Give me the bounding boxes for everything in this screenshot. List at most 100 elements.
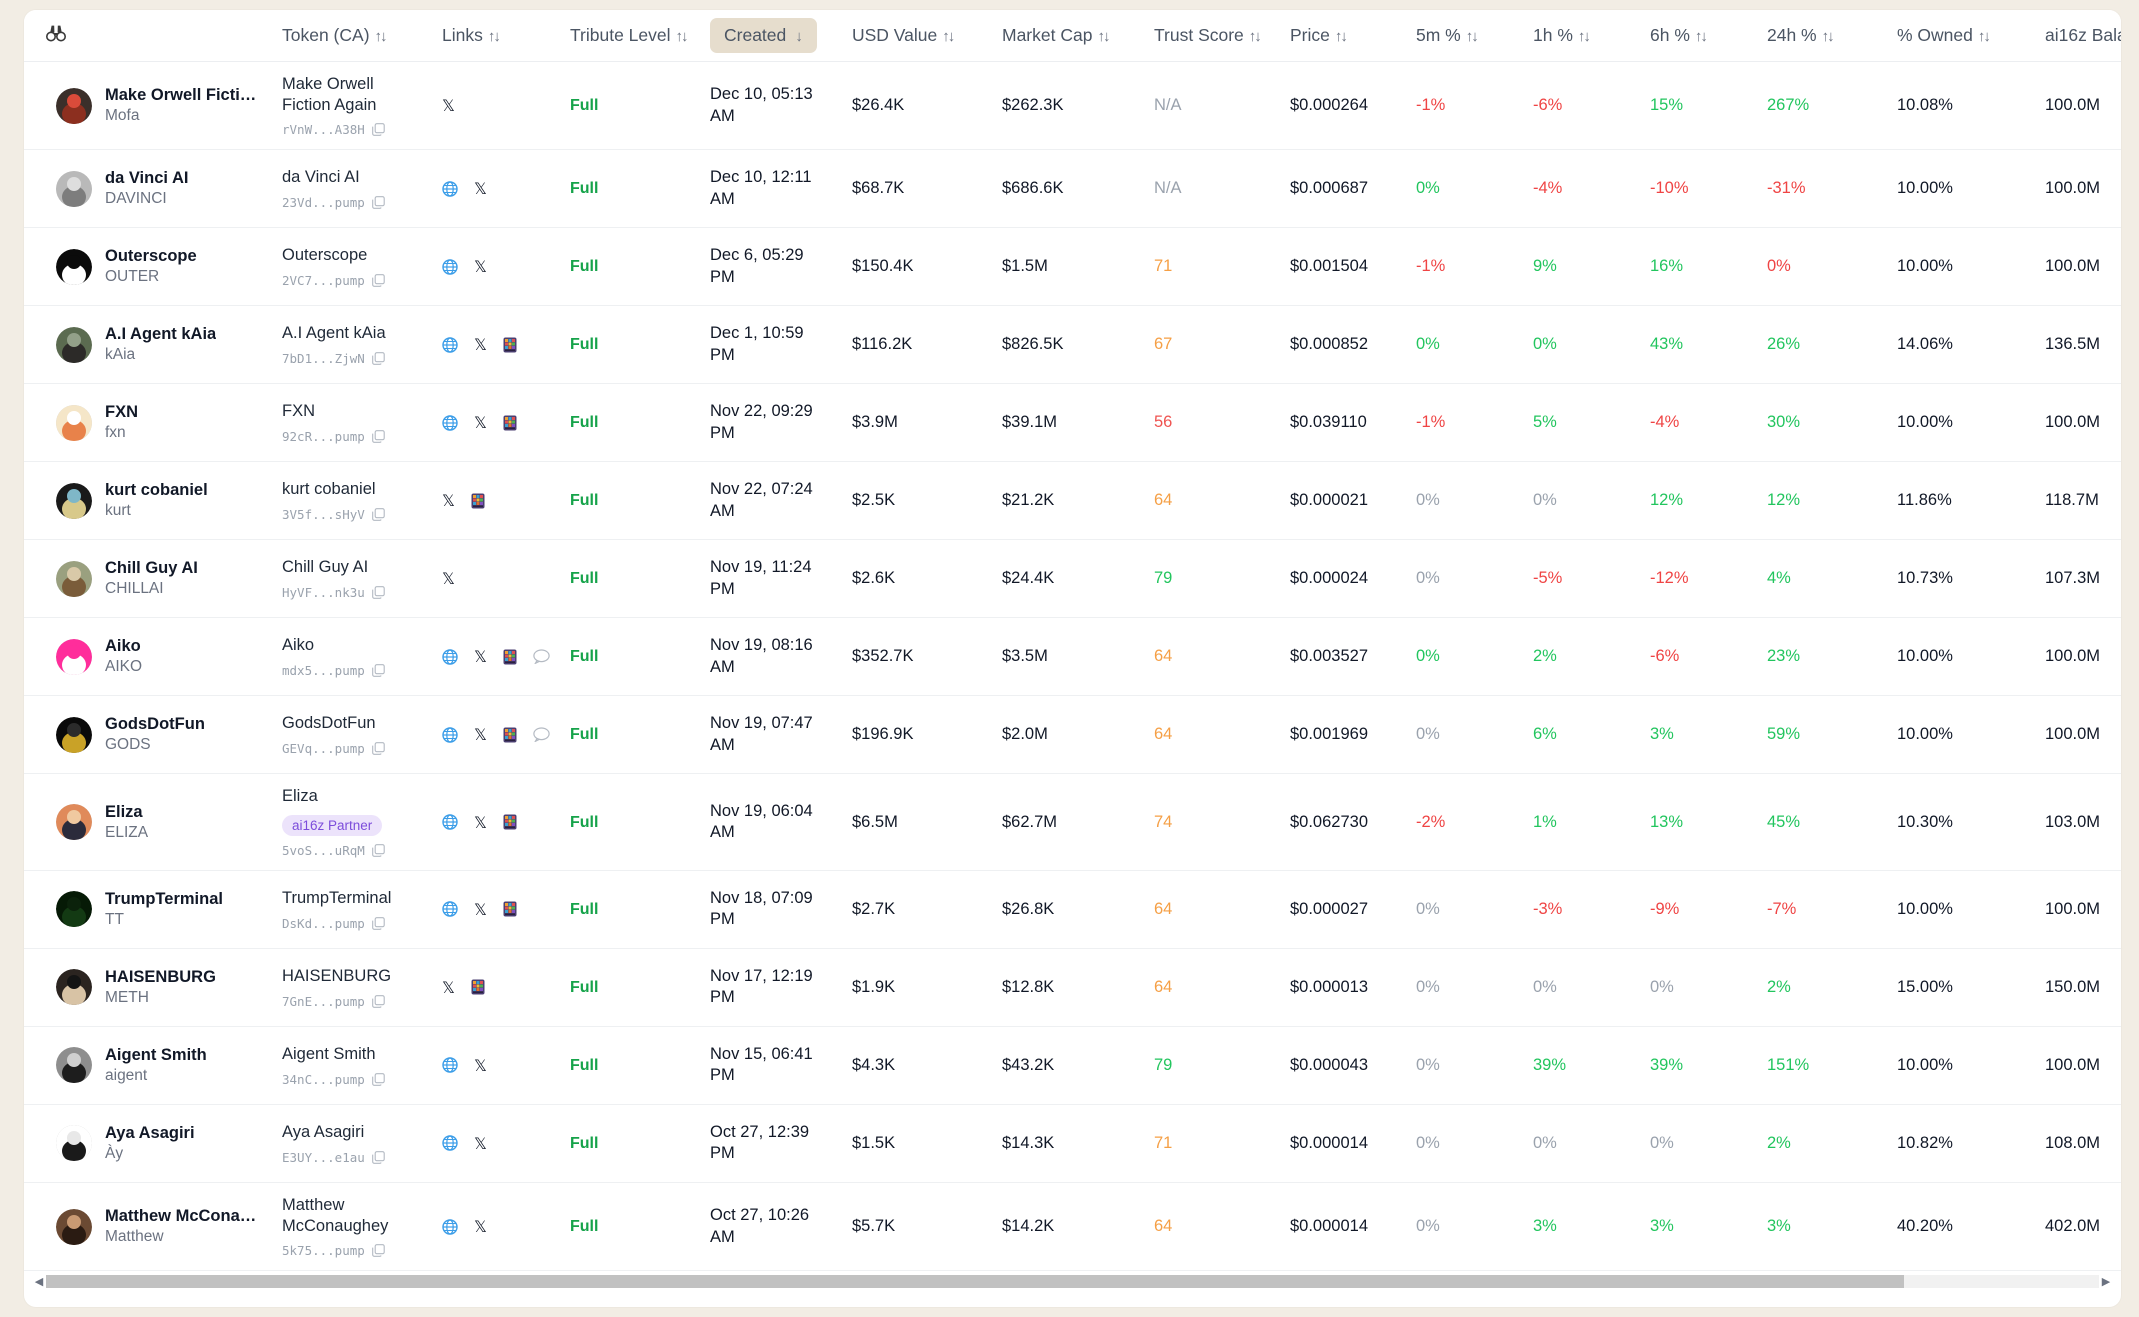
website-globe-icon[interactable] [442, 649, 458, 665]
copy-address-icon[interactable] [371, 352, 385, 365]
column-header-balance[interactable]: ai16z Balance↑↓ [2035, 10, 2121, 62]
table-row[interactable]: Aigent Smith aigent Aigent Smith 34nC...pum… [24, 1026, 2121, 1105]
copy-address-icon[interactable] [371, 123, 385, 137]
x-twitter-icon[interactable]: 𝕏 [474, 1056, 487, 1075]
sort-toggle-icon[interactable]: ↑↓ [375, 28, 388, 45]
telegram-icon[interactable] [503, 415, 517, 431]
sort-toggle-icon[interactable]: ↑↓ [488, 28, 501, 45]
website-globe-icon[interactable] [442, 1057, 458, 1074]
copy-address-icon[interactable] [371, 274, 385, 287]
telegram-icon[interactable] [503, 901, 517, 917]
copy-address-icon[interactable] [371, 586, 385, 599]
column-header-usd[interactable]: USD Value ↑↓ [842, 10, 992, 62]
table-row[interactable]: TrumpTerminal TT TrumpTerminal DsKd...pump 𝕏… [24, 870, 2121, 949]
x-twitter-icon[interactable]: 𝕏 [474, 1217, 487, 1236]
website-globe-icon[interactable] [442, 1218, 458, 1235]
cell-ai16z-balance-value: 100.0M [2045, 647, 2101, 666]
telegram-icon[interactable] [503, 814, 517, 830]
table-row[interactable]: Eliza ELIZA Eliza ai16z Partner 5voS...uRqM 𝕏… [24, 774, 2121, 871]
x-twitter-icon[interactable]: 𝕏 [474, 1134, 487, 1153]
sort-toggle-icon[interactable]: ↑↓ [942, 28, 955, 45]
column-header-h6[interactable]: 6h % ↑↓ [1640, 10, 1757, 62]
copy-address-icon[interactable] [371, 664, 385, 677]
table-row[interactable]: Make Orwell Fiction ... Mofa Make Orwell F… [24, 62, 2121, 150]
x-twitter-icon[interactable]: 𝕏 [474, 725, 487, 744]
website-globe-icon[interactable] [442, 727, 458, 743]
column-header-tribute[interactable]: Tribute Level ↑↓ [560, 10, 700, 62]
chat-bubble-icon[interactable] [533, 727, 550, 743]
x-twitter-icon[interactable]: 𝕏 [474, 257, 487, 276]
x-twitter-icon[interactable]: 𝕏 [474, 335, 487, 354]
x-twitter-icon[interactable]: 𝕏 [442, 569, 455, 588]
x-twitter-icon[interactable]: 𝕏 [474, 647, 487, 666]
copy-address-icon[interactable] [371, 1244, 385, 1257]
column-header-mcap[interactable]: Market Cap ↑↓ [992, 10, 1144, 62]
sort-toggle-icon[interactable]: ↑↓ [1335, 28, 1348, 45]
table-row[interactable]: FXN fxn FXN 92cR...pump 𝕏 Full Nov 22, 09:29 P… [24, 384, 2121, 462]
table-row[interactable]: A.I Agent kAia kAia A.I Agent kAia 7bD1...Z… [24, 306, 2121, 384]
scrollbar-thumb[interactable] [46, 1274, 1904, 1288]
sort-toggle-icon[interactable]: ↑↓ [1695, 28, 1708, 45]
x-twitter-icon[interactable]: 𝕏 [442, 491, 455, 510]
sort-toggle-icon[interactable]: ↑↓ [676, 28, 689, 45]
x-twitter-icon[interactable]: 𝕏 [474, 413, 487, 432]
telegram-icon[interactable] [471, 979, 485, 995]
website-globe-icon[interactable] [442, 814, 458, 830]
chat-bubble-icon[interactable] [533, 649, 550, 665]
sort-toggle-icon[interactable]: ↑↓ [1822, 28, 1835, 45]
sort-pill-created[interactable]: Created ↓ [710, 18, 817, 53]
website-globe-icon[interactable] [442, 901, 458, 918]
table-row[interactable]: GodsDotFun GODS GodsDotFun GEVq...pump 𝕏 Full… [24, 696, 2121, 774]
website-globe-icon[interactable] [442, 259, 458, 275]
table-row[interactable]: kurt cobaniel kurt kurt cobaniel 3V5f...sHy… [24, 462, 2121, 540]
website-globe-icon[interactable] [442, 181, 458, 197]
sort-toggle-icon[interactable]: ↑↓ [1978, 28, 1991, 45]
column-header-created[interactable]: Created ↓ [700, 10, 842, 62]
table-row[interactable]: da Vinci AI DAVINCI da Vinci AI 23Vd...pump… [24, 150, 2121, 228]
column-header-h1[interactable]: 1h % ↑↓ [1523, 10, 1640, 62]
table-row[interactable]: Chill Guy AI CHILLAI Chill Guy AI HyVF...nk… [24, 540, 2121, 618]
table-row[interactable]: Aiko AIKO Aiko mdx5...pump 𝕏 Full Nov 19, 08:1… [24, 618, 2121, 696]
copy-address-icon[interactable] [371, 196, 385, 209]
sort-toggle-icon[interactable]: ↑↓ [1249, 28, 1262, 45]
table-scroll-viewport[interactable]: Token (CA) ↑↓ Links ↑↓ Tribute Level ↑↓ Create… [24, 10, 2121, 1275]
column-header-owned[interactable]: % Owned ↑↓ [1887, 10, 2035, 62]
copy-address-icon[interactable] [371, 430, 385, 443]
scrollbar-track[interactable] [46, 1274, 2099, 1288]
column-header-m5[interactable]: 5m % ↑↓ [1406, 10, 1523, 62]
x-twitter-icon[interactable]: 𝕏 [442, 978, 455, 997]
column-header-h24[interactable]: 24h % ↑↓ [1757, 10, 1887, 62]
sort-toggle-icon[interactable]: ↑↓ [1466, 28, 1479, 45]
table-row[interactable]: HAISENBURG METH HAISENBURG 7GnE...pump 𝕏 Full… [24, 948, 2121, 1027]
column-header-price[interactable]: Price ↑↓ [1280, 10, 1406, 62]
telegram-icon[interactable] [503, 727, 517, 743]
column-header-links[interactable]: Links ↑↓ [432, 10, 560, 62]
table-row[interactable]: Outerscope OUTER Outerscope 2VC7...pump 𝕏 Ful… [24, 228, 2121, 306]
x-twitter-icon[interactable]: 𝕏 [474, 813, 487, 832]
column-header-trust[interactable]: Trust Score ↑↓ [1144, 10, 1280, 62]
scroll-right-arrow-icon[interactable]: ▶ [2099, 1275, 2113, 1288]
x-twitter-icon[interactable]: 𝕏 [442, 96, 455, 115]
telegram-icon[interactable] [503, 649, 517, 665]
table-row[interactable]: Matthew McConaugh...MatthewMatthew McCon… [24, 1182, 2121, 1271]
sort-toggle-icon[interactable]: ↑↓ [1097, 28, 1110, 45]
copy-address-icon[interactable] [371, 844, 385, 857]
website-globe-icon[interactable] [442, 415, 458, 431]
website-globe-icon[interactable] [442, 337, 458, 353]
copy-address-icon[interactable] [371, 742, 385, 755]
table-row[interactable]: Aya Asagiri Ày Aya Asagiri E3UY...e1au 𝕏 Full… [24, 1104, 2121, 1183]
website-globe-icon[interactable] [442, 1135, 458, 1152]
copy-address-icon[interactable] [371, 1150, 385, 1164]
copy-address-icon[interactable] [371, 508, 385, 521]
copy-address-icon[interactable] [371, 1072, 385, 1086]
column-header-token[interactable]: Token (CA) ↑↓ [272, 10, 432, 62]
horizontal-scrollbar[interactable]: ◀ ▶ [24, 1273, 2121, 1289]
telegram-icon[interactable] [471, 493, 485, 509]
sort-toggle-icon[interactable]: ↑↓ [1578, 28, 1591, 45]
telegram-icon[interactable] [503, 337, 517, 353]
copy-address-icon[interactable] [371, 994, 385, 1008]
x-twitter-icon[interactable]: 𝕏 [474, 900, 487, 919]
scroll-left-arrow-icon[interactable]: ◀ [32, 1275, 46, 1288]
copy-address-icon[interactable] [371, 916, 385, 930]
x-twitter-icon[interactable]: 𝕏 [474, 179, 487, 198]
